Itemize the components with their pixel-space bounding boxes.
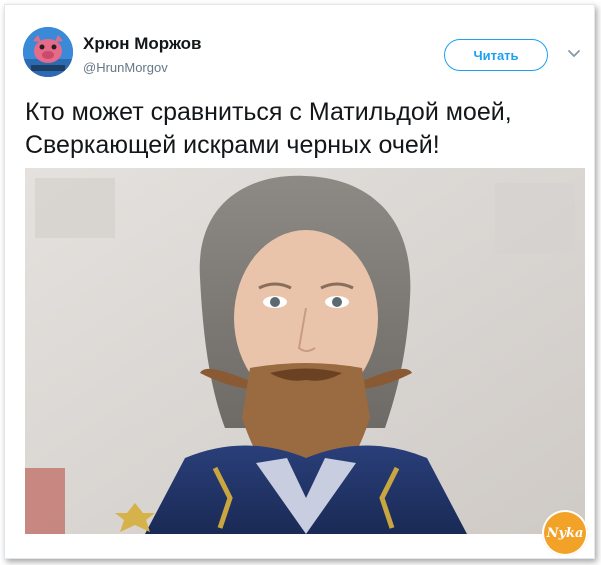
author-name[interactable]: Хрюн Моржов <box>83 34 201 54</box>
site-watermark-logo: Nyka <box>542 510 588 556</box>
tweet-text: Кто может сравниться с Матильдой моей, С… <box>25 98 512 159</box>
author-handle[interactable]: @HrunMorgov <box>83 60 168 75</box>
follow-button[interactable]: Читать <box>444 39 548 71</box>
tweet-card: Хрюн Моржов @HrunMorgov Читать Кто может… <box>4 4 595 559</box>
chevron-down-icon[interactable] <box>567 47 581 61</box>
watermark-label: Nyka <box>546 525 584 541</box>
author-avatar[interactable] <box>23 27 73 77</box>
tweet-photo[interactable] <box>25 168 585 534</box>
